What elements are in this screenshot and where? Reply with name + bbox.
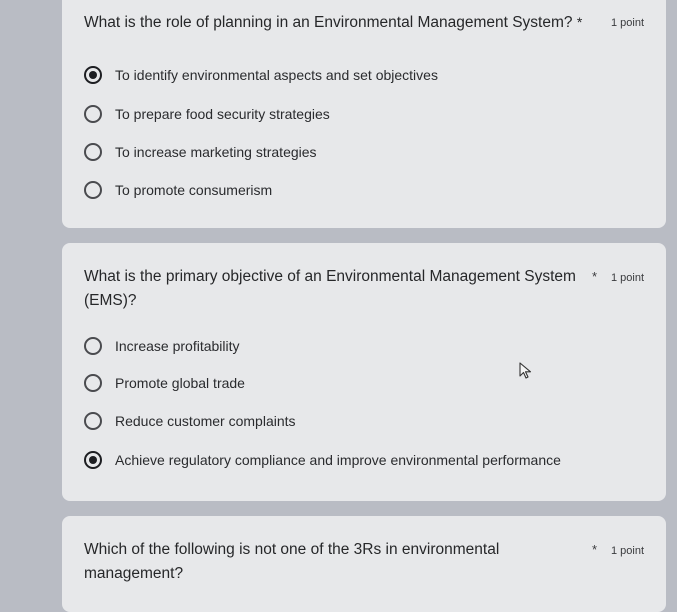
option-radio[interactable]: Achieve regulatory compliance and improv… — [84, 448, 561, 472]
option-label: Increase profitability — [115, 338, 240, 354]
radio-unselected-icon[interactable] — [84, 181, 102, 199]
question-card-1: What is the role of planning in an Envir… — [62, 0, 666, 228]
points-label: 1 point — [610, 17, 644, 29]
option-label: Promote global trade — [115, 375, 245, 391]
option-label: To identify environmental aspects and se… — [115, 67, 438, 83]
question-title: Which of the following is not one of the… — [84, 538, 499, 586]
radio-unselected-icon[interactable] — [84, 143, 102, 161]
question-card-3: Which of the following is not one of the… — [62, 516, 666, 612]
points-label: 1 point — [610, 545, 644, 557]
option-label: To prepare food security strategies — [115, 106, 330, 122]
radio-unselected-icon[interactable] — [84, 337, 102, 355]
question-card-2: What is the primary objective of an Envi… — [62, 243, 666, 501]
radio-unselected-icon[interactable] — [84, 105, 102, 123]
option-radio[interactable]: Promote global trade — [84, 371, 245, 395]
radio-selected-icon[interactable] — [84, 66, 102, 84]
question-text-line-1: Which of the following is not one of the… — [84, 541, 500, 558]
option-radio[interactable]: Reduce customer complaints — [84, 409, 296, 433]
question-title: What is the primary objective of an Envi… — [84, 265, 576, 313]
option-radio[interactable]: To identify environmental aspects and se… — [84, 63, 438, 87]
question-title: What is the role of planning in an Envir… — [84, 10, 582, 35]
mouse-cursor-icon — [519, 362, 532, 379]
question-text: What is the role of planning in an Envir… — [84, 14, 573, 31]
option-radio[interactable]: To prepare food security strategies — [84, 102, 330, 126]
points-label: 1 point — [610, 272, 644, 284]
option-label: To promote consumerism — [115, 182, 273, 198]
radio-unselected-icon[interactable] — [84, 374, 102, 392]
option-label: To increase marketing strategies — [115, 144, 317, 160]
required-asterisk: * — [576, 14, 583, 30]
option-radio[interactable]: To increase marketing strategies — [84, 140, 317, 164]
option-label: Reduce customer complaints — [115, 413, 296, 429]
question-text-line-2: (EMS)? — [84, 292, 137, 309]
option-radio[interactable]: To promote consumerism — [84, 178, 272, 202]
radio-selected-icon[interactable] — [84, 451, 102, 469]
question-text-line-1: What is the primary objective of an Envi… — [84, 268, 576, 285]
option-label: Achieve regulatory compliance and improv… — [115, 452, 561, 468]
required-asterisk: * — [592, 269, 598, 284]
question-text-line-2: management? — [84, 565, 184, 582]
required-asterisk: * — [592, 542, 598, 557]
option-radio[interactable]: Increase profitability — [84, 334, 240, 358]
radio-unselected-icon[interactable] — [84, 412, 102, 430]
